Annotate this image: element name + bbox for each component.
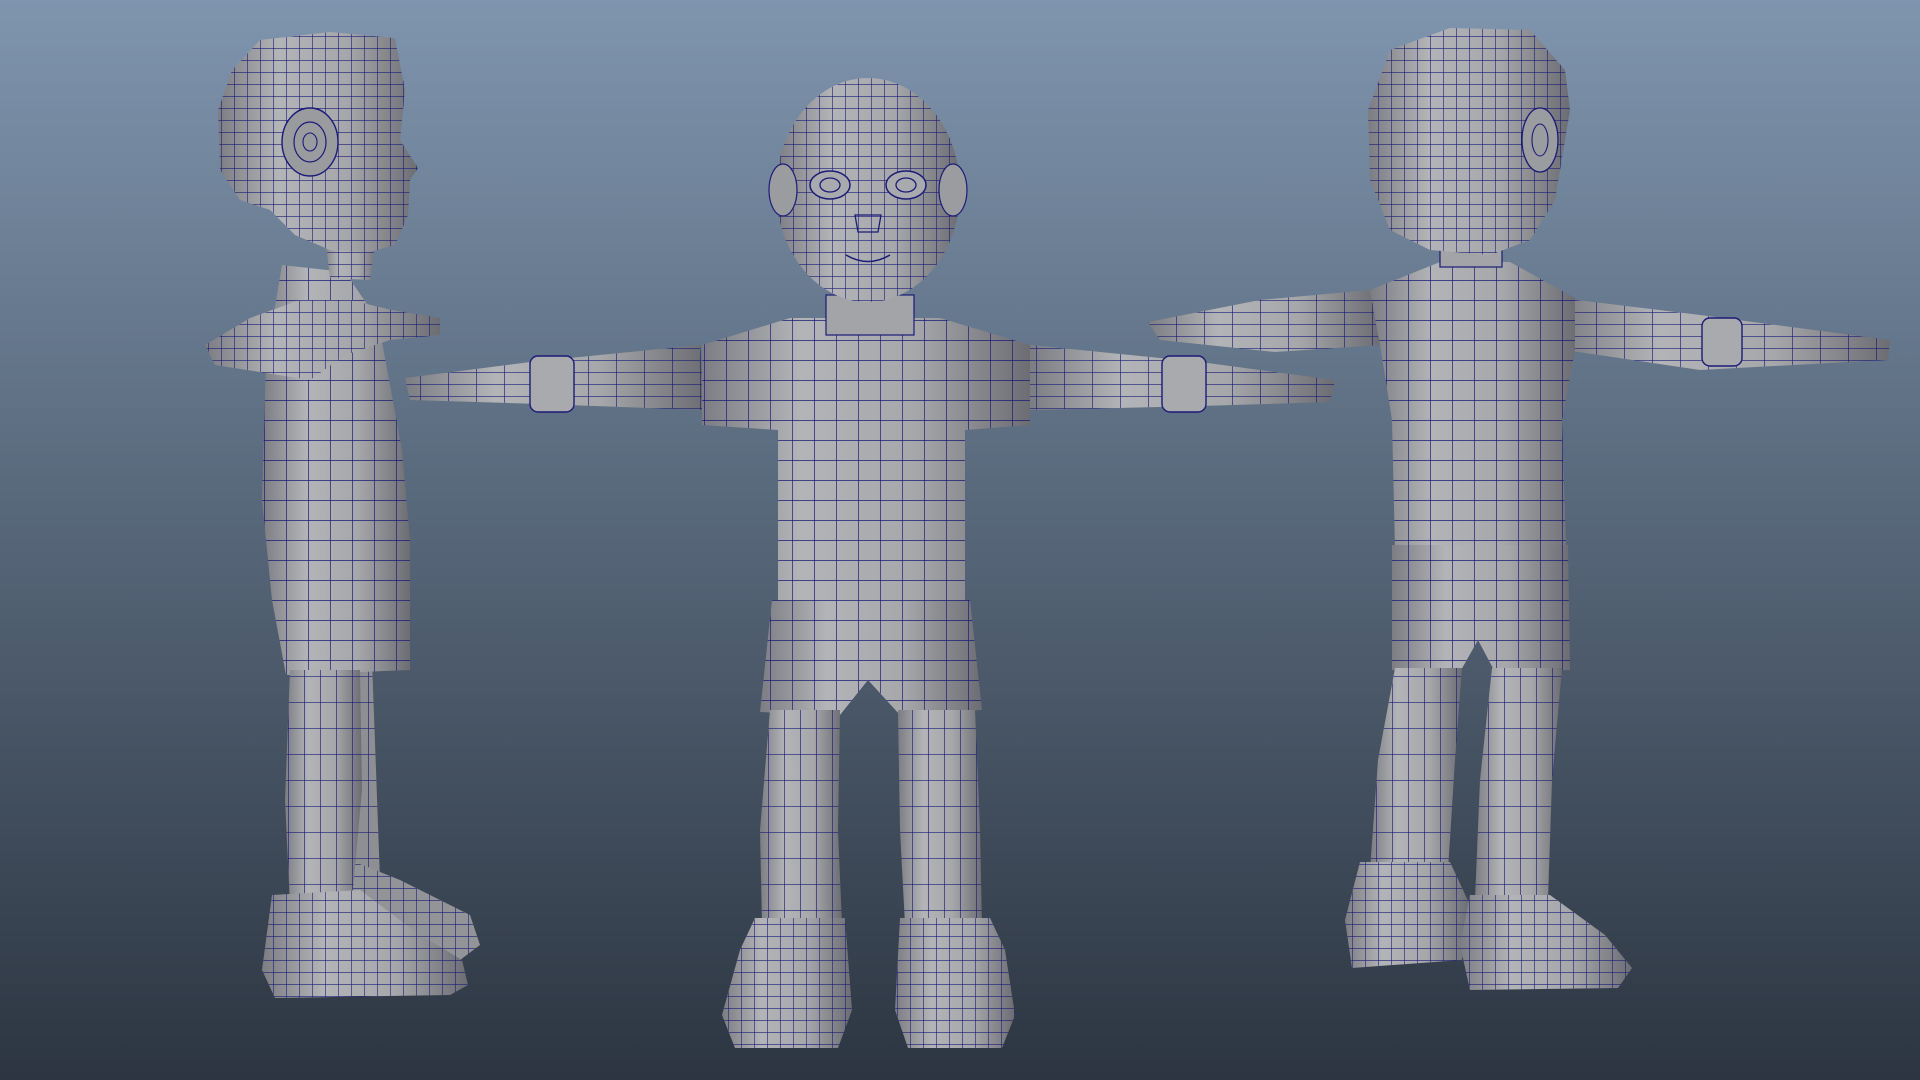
viewport-scene[interactable] bbox=[0, 0, 1920, 1080]
3d-viewport[interactable] bbox=[0, 0, 1920, 1080]
